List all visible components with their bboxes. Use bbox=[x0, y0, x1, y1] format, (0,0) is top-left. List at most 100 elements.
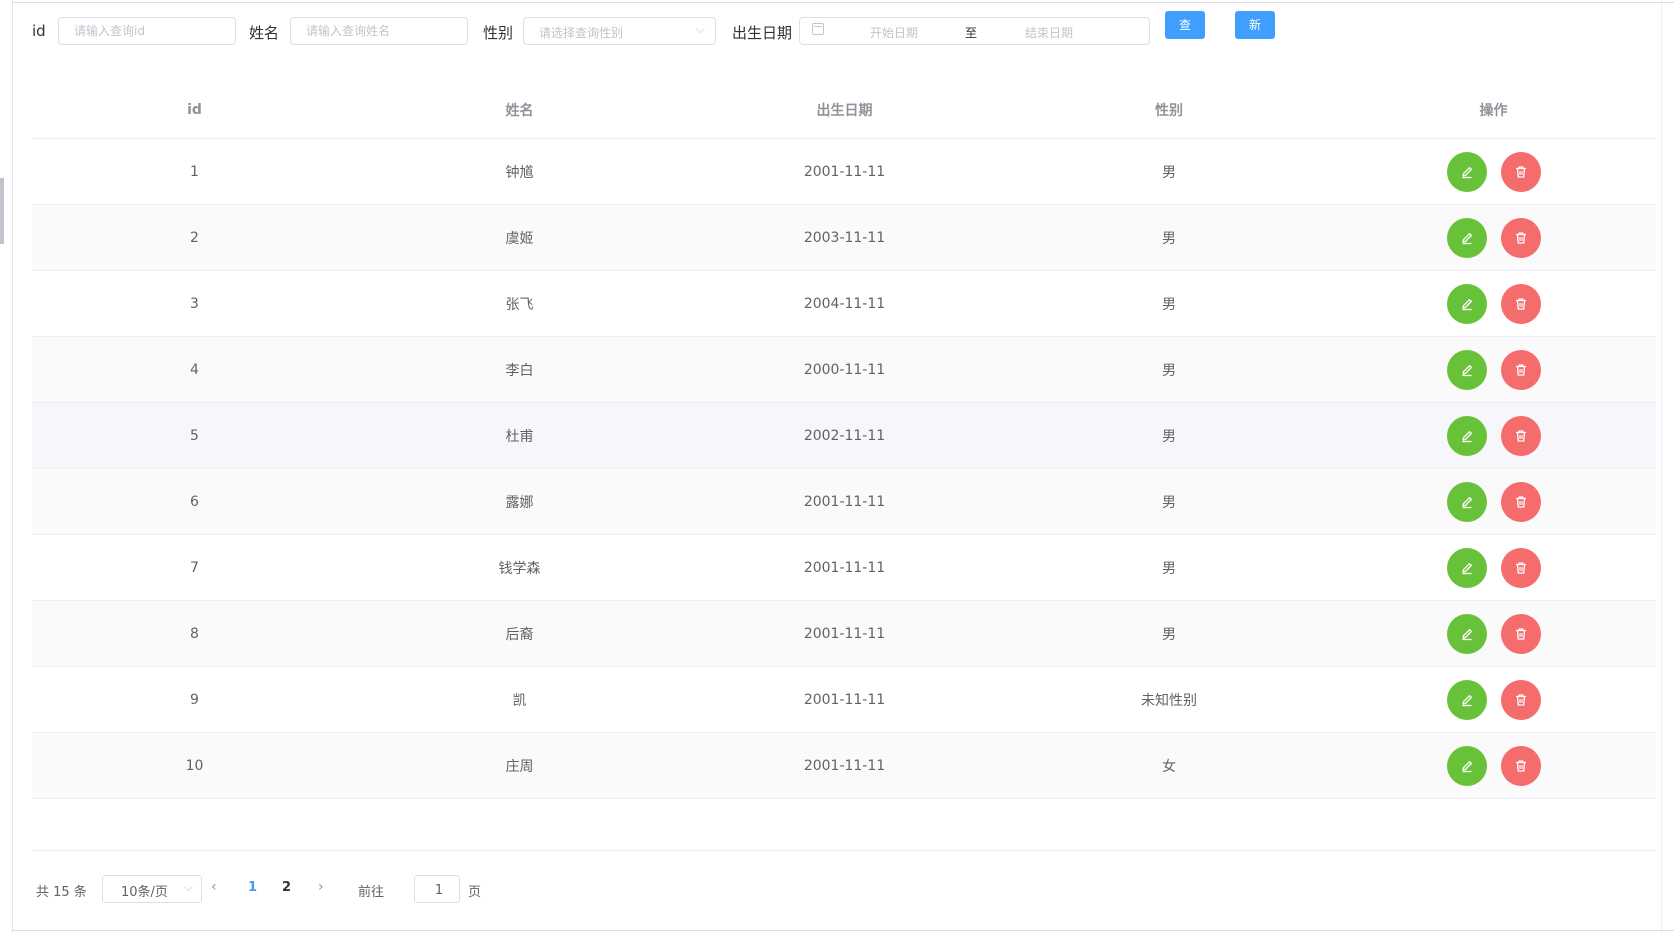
date-end-input[interactable]: 结束日期 bbox=[1025, 24, 1073, 41]
cell-gender: 男 bbox=[1162, 362, 1176, 379]
next-page-button[interactable]: › bbox=[318, 879, 324, 895]
total-count: 共 15 条 bbox=[36, 885, 87, 900]
cell-gender: 男 bbox=[1162, 560, 1176, 577]
table-row: 3 张飞 2004-11-11 男 bbox=[32, 271, 1656, 337]
edit-button[interactable] bbox=[1446, 415, 1487, 456]
table-header: id 姓名 出生日期 性别 操作 bbox=[32, 82, 1656, 139]
delete-button[interactable] bbox=[1500, 613, 1541, 654]
edit-button[interactable] bbox=[1446, 679, 1487, 720]
cell-name: 钟馗 bbox=[505, 164, 534, 181]
cell-gender: 男 bbox=[1162, 230, 1176, 247]
name-input[interactable] bbox=[291, 18, 467, 44]
trash-icon bbox=[1515, 297, 1526, 310]
edit-button[interactable] bbox=[1446, 481, 1487, 522]
gender-select[interactable]: 请选择查询性别 ⌵ bbox=[523, 17, 716, 45]
cell-gender: 男 bbox=[1162, 428, 1176, 445]
cell-id: 1 bbox=[190, 163, 199, 180]
cell-birth: 2002-11-11 bbox=[803, 427, 886, 444]
cell-id: 8 bbox=[190, 625, 199, 642]
delete-button[interactable] bbox=[1500, 745, 1541, 786]
name-input-wrapper[interactable] bbox=[290, 17, 468, 45]
edit-button[interactable] bbox=[1446, 151, 1487, 192]
name-label: 姓名 bbox=[249, 24, 280, 42]
cell-id: 5 bbox=[190, 427, 199, 444]
table-row: 2 虞姬 2003-11-11 男 bbox=[32, 205, 1656, 271]
edit-pencil-icon bbox=[1461, 694, 1472, 706]
query-button[interactable]: 查询 bbox=[1165, 11, 1206, 60]
date-start-input[interactable]: 开始日期 bbox=[870, 24, 918, 41]
cell-birth: 2003-11-11 bbox=[803, 229, 886, 246]
delete-button[interactable] bbox=[1500, 349, 1541, 390]
cell-actions bbox=[1331, 217, 1656, 258]
cell-name: 李白 bbox=[505, 362, 534, 379]
trash-icon bbox=[1515, 693, 1526, 706]
id-input-wrapper[interactable] bbox=[58, 17, 236, 45]
gender-label: 性别 bbox=[483, 24, 514, 42]
delete-button[interactable] bbox=[1500, 217, 1541, 258]
table-bottom-border bbox=[32, 850, 1656, 851]
prev-page-button[interactable]: ‹ bbox=[211, 879, 217, 895]
cell-gender: 未知性别 bbox=[1141, 692, 1197, 709]
delete-button[interactable] bbox=[1500, 481, 1541, 522]
id-input[interactable] bbox=[59, 18, 235, 44]
page-2-button[interactable]: 2 bbox=[282, 880, 291, 895]
cell-gender: 男 bbox=[1162, 626, 1176, 643]
delete-button[interactable] bbox=[1500, 415, 1541, 456]
date-range-picker[interactable]: 开始日期 至 结束日期 bbox=[799, 17, 1150, 45]
calendar-icon bbox=[812, 23, 824, 35]
delete-button[interactable] bbox=[1500, 679, 1541, 720]
cell-name: 庄周 bbox=[505, 758, 534, 775]
page-size-select[interactable]: 10条/页 ⌵ bbox=[102, 875, 202, 903]
page-size-value: 10条/页 bbox=[121, 885, 168, 900]
table-row: 6 露娜 2001-11-11 男 bbox=[32, 469, 1656, 535]
cell-name: 张飞 bbox=[505, 296, 534, 313]
table-row: 4 李白 2000-11-11 男 bbox=[32, 337, 1656, 403]
cell-birth: 2001-11-11 bbox=[803, 493, 886, 510]
top-divider bbox=[12, 2, 1674, 3]
data-table: id 姓名 出生日期 性别 操作 1 钟馗 2001-11-11 男 2 虞姬 2003-1… bbox=[32, 82, 1656, 799]
edit-pencil-icon bbox=[1461, 628, 1472, 640]
goto-page-field[interactable] bbox=[414, 875, 463, 904]
id-label: id bbox=[32, 22, 46, 40]
edit-button[interactable] bbox=[1446, 349, 1487, 390]
cell-actions bbox=[1331, 349, 1656, 390]
page-1-button[interactable]: 1 bbox=[248, 880, 257, 895]
header-name: 姓名 bbox=[505, 103, 534, 119]
add-button[interactable]: 新增 bbox=[1235, 11, 1276, 60]
edit-pencil-icon bbox=[1461, 298, 1472, 310]
cell-birth: 2001-11-11 bbox=[803, 625, 886, 642]
trash-icon bbox=[1515, 627, 1526, 640]
delete-button[interactable] bbox=[1500, 547, 1541, 588]
edit-pencil-icon bbox=[1461, 166, 1472, 178]
cell-birth: 2000-11-11 bbox=[803, 361, 886, 378]
cell-gender: 男 bbox=[1162, 164, 1176, 181]
table-row: 10 庄周 2001-11-11 女 bbox=[32, 733, 1656, 799]
table-row: 5 杜甫 2002-11-11 男 bbox=[32, 403, 1656, 469]
cell-actions bbox=[1331, 613, 1656, 654]
edit-button[interactable] bbox=[1446, 217, 1487, 258]
cell-gender: 男 bbox=[1162, 296, 1176, 313]
cell-name: 后裔 bbox=[505, 626, 534, 643]
edit-button[interactable] bbox=[1446, 745, 1487, 786]
cell-actions bbox=[1331, 547, 1656, 588]
edit-pencil-icon bbox=[1461, 496, 1472, 508]
cell-id: 7 bbox=[190, 559, 199, 576]
trash-icon bbox=[1515, 495, 1526, 508]
delete-button[interactable] bbox=[1500, 283, 1541, 324]
cell-actions bbox=[1331, 679, 1656, 720]
cell-name: 虞姬 bbox=[505, 230, 534, 247]
goto-page-input[interactable] bbox=[415, 876, 463, 904]
trash-icon bbox=[1515, 759, 1526, 772]
edit-button[interactable] bbox=[1446, 547, 1487, 588]
edit-button[interactable] bbox=[1446, 283, 1487, 324]
edit-button[interactable] bbox=[1446, 613, 1487, 654]
edit-pencil-icon bbox=[1461, 364, 1472, 376]
table-row: 1 钟馗 2001-11-11 男 bbox=[32, 139, 1656, 205]
table-row: 7 钱学森 2001-11-11 男 bbox=[32, 535, 1656, 601]
delete-button[interactable] bbox=[1500, 151, 1541, 192]
chevron-down-icon: ⌵ bbox=[695, 22, 705, 36]
cell-name: 露娜 bbox=[505, 494, 534, 511]
gender-select-placeholder: 请选择查询性别 bbox=[539, 26, 624, 40]
table-body: 1 钟馗 2001-11-11 男 2 虞姬 2003-11-11 男 3 张飞 2004-11-1… bbox=[32, 139, 1656, 799]
cell-birth: 2004-11-11 bbox=[803, 295, 886, 312]
